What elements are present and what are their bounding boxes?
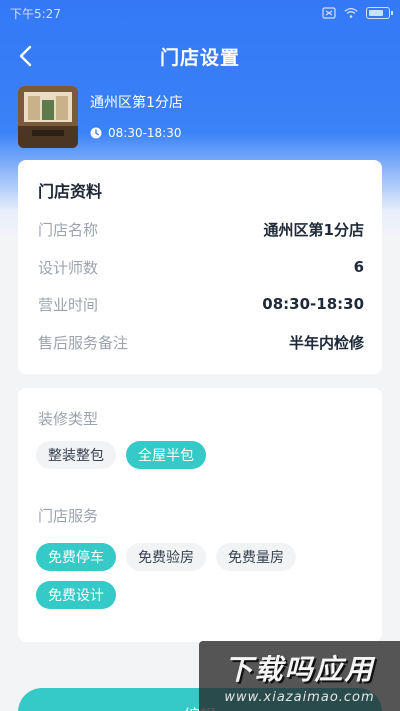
store-hours: 08:30-18:30 bbox=[108, 126, 182, 140]
info-row-business-hours: 营业时间 08:30-18:30 bbox=[38, 293, 364, 315]
store-photo bbox=[18, 86, 78, 148]
info-label: 营业时间 bbox=[38, 295, 99, 314]
store-name: 通州区第1分店 bbox=[90, 95, 183, 111]
chip-service-free-inspection[interactable]: 免费验房 bbox=[126, 543, 206, 571]
watermark-logo-text: 下载吗应用 bbox=[224, 652, 375, 686]
info-row-store-name: 门店名称 通州区第1分店 bbox=[38, 218, 364, 240]
store-summary: 通州区第1分店 08:30-18:30 bbox=[18, 86, 382, 148]
watermark: 下载吗应用 www.xiazaimao.com bbox=[199, 641, 400, 711]
chip-service-free-design[interactable]: 免费设计 bbox=[36, 581, 116, 609]
back-arrow-icon bbox=[19, 45, 32, 67]
decor-type-label: 装修类型 bbox=[38, 410, 99, 428]
chip-service-free-parking[interactable]: 免费停车 bbox=[36, 543, 116, 571]
status-bar: 下午5:27 bbox=[0, 0, 400, 26]
sim-icon bbox=[322, 7, 336, 19]
info-value: 6 bbox=[353, 258, 364, 276]
info-value: 半年内检修 bbox=[288, 333, 364, 352]
store-hours-row: 08:30-18:30 bbox=[90, 126, 182, 140]
status-icons bbox=[322, 7, 393, 19]
chip-decor-half-package[interactable]: 全屋半包 bbox=[126, 441, 206, 469]
navigation-bar: 门店设置 bbox=[0, 38, 400, 74]
store-info-card: 门店资料 门店名称 通州区第1分店 设计师数 6 营业时间 08:30-18:3… bbox=[18, 160, 382, 374]
clock-icon bbox=[90, 127, 102, 139]
chip-service-free-measurement[interactable]: 免费量房 bbox=[216, 543, 296, 571]
store-services-chips-row-2: 免费设计 bbox=[36, 581, 116, 609]
status-time: 下午5:27 bbox=[10, 6, 61, 21]
chip-decor-full-package[interactable]: 整装整包 bbox=[36, 441, 116, 469]
store-services-chips-row-1: 免费停车 免费验房 免费量房 bbox=[36, 543, 296, 571]
store-services-label: 门店服务 bbox=[38, 507, 99, 525]
page-title: 门店设置 bbox=[159, 46, 240, 69]
wifi-icon bbox=[344, 8, 358, 18]
battery-icon bbox=[366, 7, 393, 19]
info-label: 设计师数 bbox=[38, 258, 99, 277]
info-value: 08:30-18:30 bbox=[262, 295, 364, 313]
watermark-url: www.xiazaimao.com bbox=[224, 689, 375, 705]
store-info-title: 门店资料 bbox=[38, 182, 103, 201]
info-label: 售后服务备注 bbox=[38, 333, 129, 352]
decor-type-chips: 整装整包 全屋半包 bbox=[36, 441, 206, 469]
info-row-designer-count: 设计师数 6 bbox=[38, 256, 364, 278]
info-value: 通州区第1分店 bbox=[263, 220, 364, 239]
back-button[interactable] bbox=[10, 41, 40, 71]
info-row-after-sales: 售后服务备注 半年内检修 bbox=[38, 331, 364, 353]
store-tags-card: 装修类型 整装整包 全屋半包 门店服务 免费停车 免费验房 免费量房 免费设计 bbox=[18, 388, 382, 642]
info-label: 门店名称 bbox=[38, 220, 99, 239]
